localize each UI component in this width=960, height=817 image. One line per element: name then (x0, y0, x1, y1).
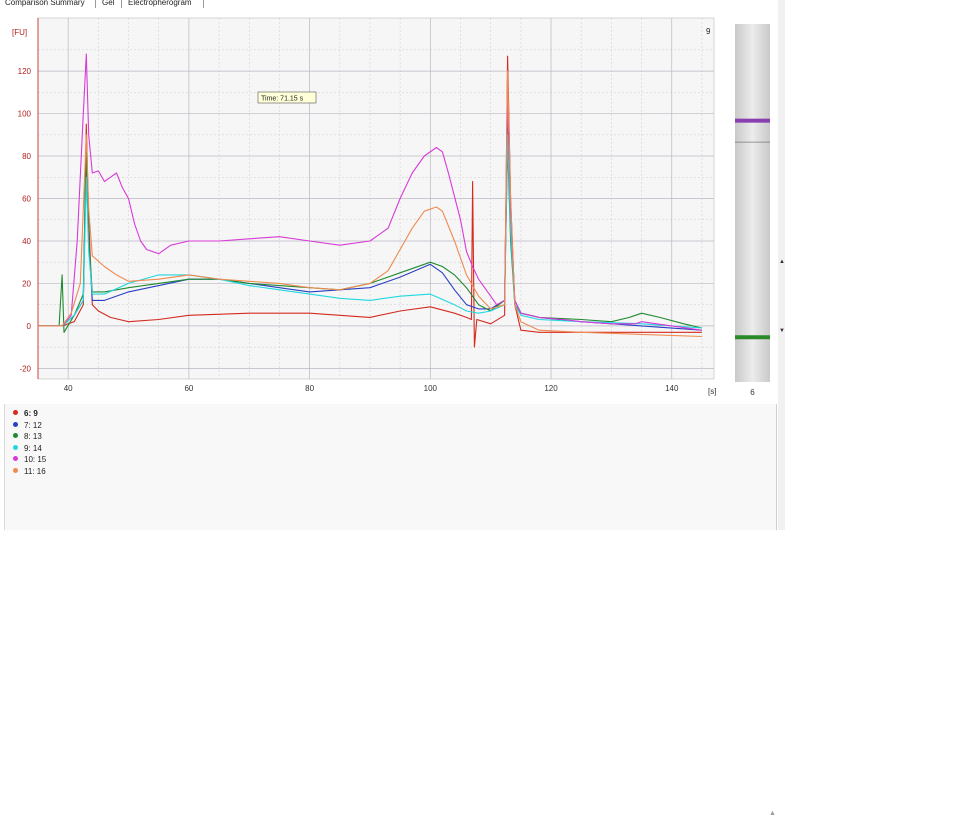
y-tick-label: 40 (22, 237, 31, 246)
legend-color-dot (13, 433, 18, 438)
x-axis-unit: [s] (708, 387, 716, 396)
legend-label: 11: 16 (24, 466, 46, 476)
tab-separator (121, 0, 122, 8)
gel-lane[interactable]: 6 (733, 14, 772, 400)
tab-separator (203, 0, 204, 8)
legend-item[interactable]: 11: 16 (13, 466, 46, 477)
y-tick-label: 0 (27, 322, 32, 331)
y-tick-label: 80 (22, 152, 31, 161)
app-window: Comparison Summary Gel Electropherogram … (0, 0, 785, 817)
splitter-arrow-up-icon[interactable]: ▲ (779, 259, 785, 265)
legend-item[interactable]: 7: 12 (13, 420, 42, 431)
electropherogram-panel: 40 60 80 100 120 140 -20 0 20 40 60 80 100 120 [FU] [… (0, 9, 732, 405)
gel-lane-panel: 6 (733, 14, 772, 400)
legend-color-dot (13, 444, 18, 450)
legend-label: 8: 13 (24, 432, 42, 441)
legend-color-dot (13, 410, 18, 415)
legend-label: 6: 9 (24, 409, 38, 418)
legend-item[interactable]: 6: 9 (13, 408, 38, 419)
legend-panel: 6: 9 7: 12 8: 13 9: 14 10: 15 11: 16 ▲ (4, 404, 777, 817)
gel-lane-label: 6 (750, 388, 755, 397)
gel-band (735, 335, 770, 340)
tab-comparison-summary[interactable]: Comparison Summary (5, 0, 85, 8)
legend-color-dot (13, 467, 18, 473)
x-tick-label: 120 (544, 384, 558, 393)
gel-lane-background (735, 24, 770, 382)
legend-label: 9: 14 (24, 443, 42, 453)
splitter-arrow-down-icon[interactable]: ▼ (779, 328, 785, 334)
legend-label: 10: 15 (24, 455, 47, 464)
y-tick-label: 100 (18, 110, 32, 119)
legend-color-dot (13, 456, 18, 461)
legend-color-dot (13, 421, 18, 427)
y-tick-label: 60 (22, 195, 31, 204)
y-axis-unit: [FU] (12, 28, 27, 37)
y-tick-label: -20 (19, 364, 31, 373)
legend-item[interactable]: 8: 13 (13, 431, 42, 442)
time-tooltip: Time: 71.15 s (261, 96, 304, 103)
tab-bar: Comparison Summary Gel Electropherogram (0, 0, 785, 9)
scroll-up-icon[interactable]: ▲ (769, 810, 776, 817)
electropherogram-chart[interactable]: 40 60 80 100 120 140 -20 0 20 40 60 80 100 120 [FU] [… (0, 9, 732, 405)
x-tick-label: 60 (184, 384, 193, 393)
x-tick-label: 140 (665, 384, 679, 393)
legend-label: 7: 12 (24, 420, 42, 430)
x-tick-label: 80 (305, 384, 314, 393)
tab-separator (95, 0, 96, 8)
legend-item[interactable]: 10: 15 (13, 454, 46, 465)
panel-splitter[interactable] (778, 0, 785, 530)
tab-electropherogram[interactable]: Electropherogram (128, 0, 192, 8)
legend-item[interactable]: 9: 14 (13, 443, 42, 454)
y-tick-label: 20 (22, 279, 31, 288)
x-tick-label: 40 (64, 384, 73, 393)
x-tick-label: 100 (424, 384, 438, 393)
y-tick-label: 120 (18, 67, 32, 76)
tab-gel[interactable]: Gel (102, 0, 114, 8)
gel-band (735, 118, 770, 123)
sample-number: 9 (706, 27, 711, 36)
